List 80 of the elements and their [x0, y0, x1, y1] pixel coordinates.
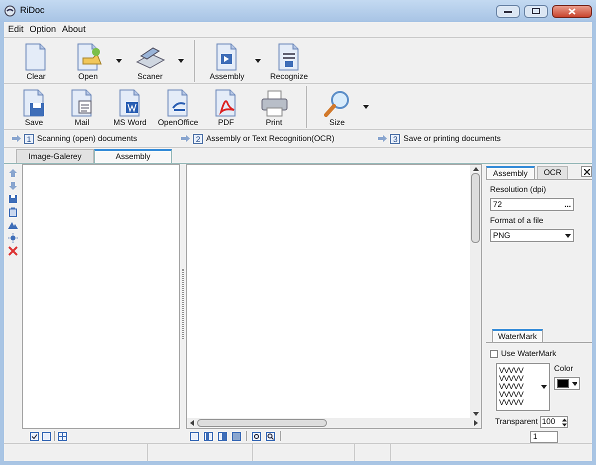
clipboard-icon[interactable]	[8, 207, 18, 217]
toolbar-button[interactable]: Open	[64, 40, 126, 82]
window-title: RiDoc	[20, 4, 45, 18]
tab[interactable]: WaterMark	[492, 329, 543, 342]
scroll-left-icon	[190, 420, 194, 426]
maximize-button[interactable]	[524, 4, 548, 18]
toolbar-button[interactable]: Recognize	[265, 40, 313, 82]
tab[interactable]: OCR	[536, 166, 568, 179]
color-label: Color	[554, 363, 574, 375]
transparency-spinner[interactable]: 100	[540, 416, 568, 428]
page-layout-icon[interactable]	[204, 432, 213, 440]
tab[interactable]: Assembly	[486, 166, 535, 179]
dropdown-caret-icon	[565, 234, 571, 238]
arrow-icon	[181, 135, 190, 142]
step-number: 1	[24, 134, 34, 144]
dropdown-caret-icon	[363, 104, 369, 108]
step-label: Save or printing documents	[403, 132, 501, 144]
field-label: Format of a file	[490, 215, 544, 227]
step-label: Scanning (open) documents	[37, 132, 138, 144]
toolbar-button[interactable]: Scaner	[126, 40, 188, 82]
maximize-icon	[532, 8, 540, 14]
dropdown-caret-icon	[116, 58, 122, 62]
field-label: Resolution (dpi)	[490, 184, 548, 196]
scroll-up-icon	[472, 167, 478, 171]
menu-item[interactable]: Option	[30, 22, 56, 36]
arrow-icon	[12, 135, 21, 142]
scroll-thumb[interactable]	[197, 419, 327, 427]
close-icon	[584, 168, 590, 174]
arrow-icon	[378, 135, 388, 142]
toolbar-button[interactable]: MS Word	[108, 86, 152, 128]
deselect-icon[interactable]	[42, 432, 51, 440]
menu-item[interactable]: Edit	[8, 22, 24, 36]
step-number: 2	[193, 134, 204, 144]
toolbar-button[interactable]: Clear	[12, 40, 60, 82]
scroll-right-icon	[474, 420, 478, 426]
dropdown-caret-icon	[572, 382, 577, 386]
field-label: Transparent	[495, 416, 538, 428]
toolbar-button[interactable]: Assembly	[203, 40, 265, 82]
step-number: 3	[390, 134, 400, 144]
size-field[interactable]: 1	[530, 431, 558, 443]
page-layout-icon[interactable]	[232, 432, 241, 440]
scroll-thumb[interactable]	[471, 173, 480, 243]
scroll-down-icon	[472, 412, 478, 416]
dropdown-caret-icon	[541, 385, 547, 389]
tab[interactable]: Image-Galerey	[16, 149, 94, 163]
resolution-field[interactable]: 72 ...	[490, 198, 574, 211]
app-icon	[4, 5, 16, 17]
toolbar-button[interactable]: PDF	[204, 86, 248, 128]
close-button[interactable]	[581, 166, 592, 177]
printer-icon	[259, 88, 289, 118]
close-icon	[568, 8, 576, 14]
floppy-icon[interactable]	[8, 194, 18, 204]
dropdown-caret-icon	[255, 58, 261, 62]
grid-icon[interactable]	[58, 432, 67, 440]
pattern-picker[interactable]: VVVVV VVVVV VVVVV VVVVV VVVVV	[496, 363, 550, 411]
select-all-icon[interactable]	[30, 432, 39, 440]
tab[interactable]: Assembly	[94, 149, 172, 163]
use-watermark-checkbox[interactable]: Use WaterMark	[490, 348, 588, 360]
menu-item[interactable]: About	[62, 22, 86, 36]
format-dropdown[interactable]: PNG	[490, 229, 574, 242]
toolbar-button[interactable]: Mail	[60, 86, 104, 128]
step-label: Assembly or Text Recognition(OCR)	[206, 132, 334, 144]
minimize-icon	[504, 10, 512, 12]
sun-icon[interactable]	[8, 233, 18, 243]
dropdown-caret-icon	[178, 58, 184, 62]
mountain-icon[interactable]	[8, 220, 18, 230]
vertical-scrollbar[interactable]	[470, 165, 481, 418]
horizontal-scrollbar[interactable]	[187, 418, 481, 428]
delete-icon[interactable]	[8, 246, 18, 256]
toolbar-button[interactable]: Save	[12, 86, 56, 128]
toolbar-button[interactable]: OpenOffice	[156, 86, 200, 128]
page-layout-icon[interactable]	[190, 432, 199, 440]
page-layout-icon[interactable]	[218, 432, 227, 440]
toolbar-button[interactable]: Size	[315, 86, 373, 128]
zoom-in-icon[interactable]	[252, 432, 261, 440]
color-picker[interactable]	[554, 377, 580, 390]
toolbar-button[interactable]: Print	[252, 86, 296, 128]
close-button[interactable]	[552, 4, 592, 18]
minimize-button[interactable]	[496, 4, 520, 18]
zoom-out-icon[interactable]	[266, 432, 275, 440]
